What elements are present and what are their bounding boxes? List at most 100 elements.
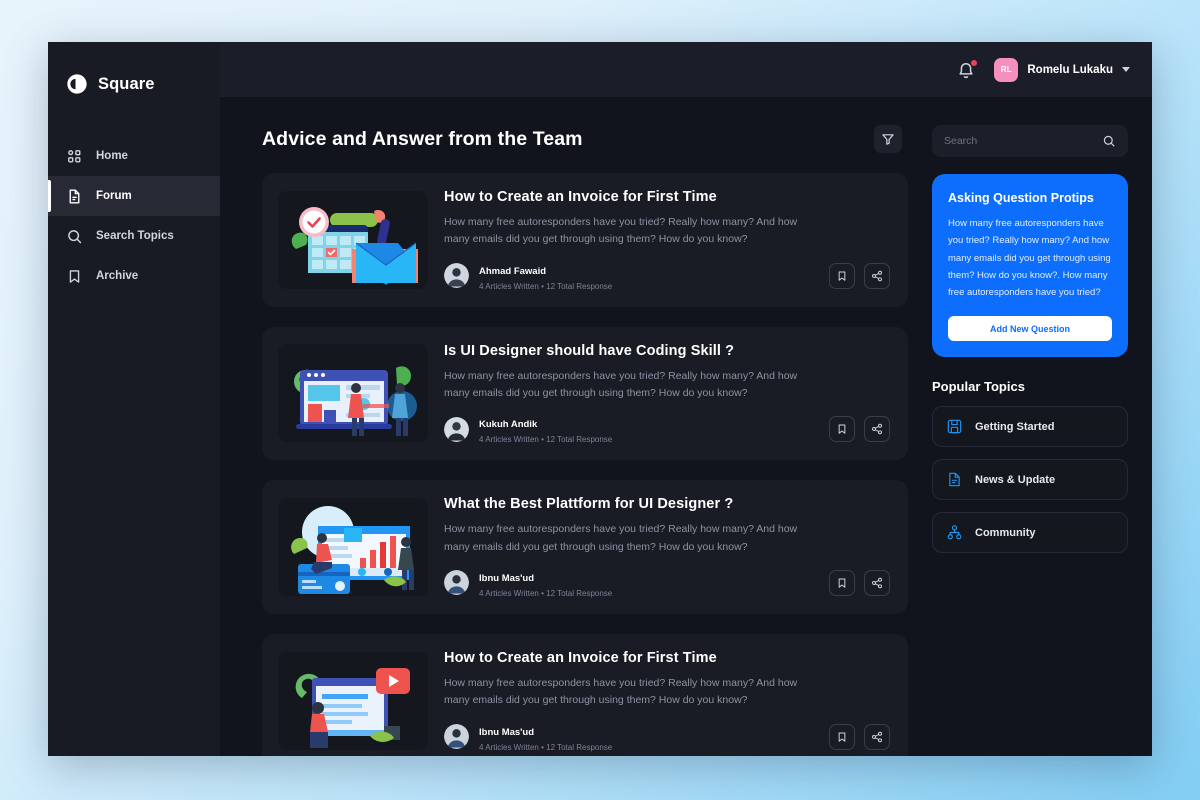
article-footer: Kukuh Andik 4 Articles Written • 12 Tota… xyxy=(444,414,890,444)
content-area: Advice and Answer from the Team How to C… xyxy=(220,97,1152,756)
sidebar-item-search-topics[interactable]: Search Topics xyxy=(48,216,220,256)
sidebar-item-label: Home xyxy=(96,150,128,162)
search-box[interactable] xyxy=(932,125,1128,157)
sidebar-item-label: Forum xyxy=(96,190,132,202)
topbar: RL Romelu Lukaku xyxy=(220,42,1152,97)
topic-item-getting-started[interactable]: Getting Started xyxy=(932,406,1128,448)
square-logo-icon xyxy=(66,73,88,95)
article-title: How to Create an Invoice for First Time xyxy=(444,189,717,205)
bookmark-icon xyxy=(838,271,846,281)
aside: Asking Question Protips How many free au… xyxy=(932,97,1152,756)
sidebar-item-label: Search Topics xyxy=(96,230,174,242)
article-description: How many free autoresponders have you tr… xyxy=(444,369,798,399)
feed-header: Advice and Answer from the Team xyxy=(262,125,908,153)
article-description: How many free autoresponders have you tr… xyxy=(444,676,798,707)
article-card[interactable]: How to Create an Invoice for First Time … xyxy=(262,173,908,307)
search-input[interactable] xyxy=(944,135,1094,147)
bookmark-button[interactable] xyxy=(829,262,855,289)
article-title: Is UI Designer should have Coding Skill … xyxy=(444,342,735,359)
topic-label: News & Update xyxy=(975,473,1056,486)
article-card[interactable]: Is UI Designer should have Coding Skill … xyxy=(262,326,908,461)
promo-text: How many free autoresponders have you tr… xyxy=(948,218,1111,299)
avatar: RL xyxy=(994,57,1019,82)
article-description: How many free autoresponders have you tr… xyxy=(444,216,798,246)
bookmark-icon xyxy=(66,268,83,285)
article-content: How to Create an Invoice for First Time … xyxy=(444,189,890,291)
filter-button[interactable] xyxy=(874,125,902,153)
brand: Square xyxy=(48,58,220,102)
article-content: Is UI Designer should have Coding Skill … xyxy=(444,342,890,444)
sidebar-item-label: Archive xyxy=(96,270,139,282)
promo-card: Asking Question Protips How many free au… xyxy=(932,174,1128,358)
article-actions xyxy=(829,416,890,443)
search-icon xyxy=(66,228,83,245)
article-description: How many free autoresponders have you tr… xyxy=(444,523,798,553)
page-title: Advice and Answer from the Team xyxy=(262,127,583,150)
share-button[interactable] xyxy=(864,262,890,289)
article-footer: Ibnu Mas'ud 4 Articles Written • 12 Tota… xyxy=(444,568,890,598)
author: Ibnu Mas'ud 4 Articles Written • 12 Tota… xyxy=(444,568,612,598)
dashboard-chart-illustration xyxy=(278,498,428,597)
network-nodes-icon xyxy=(947,525,962,540)
avatar xyxy=(444,263,469,289)
article-card[interactable]: What the Best Plattform for UI Designer … xyxy=(262,480,908,614)
browser-team-illustration xyxy=(278,344,428,443)
promo-title: Asking Question Protips xyxy=(948,191,1094,205)
share-icon xyxy=(872,270,882,281)
bookmark-icon xyxy=(838,578,846,588)
topic-label: Getting Started xyxy=(975,420,1055,433)
author-name: Ibnu Mas'ud xyxy=(479,572,535,584)
article-content: What the Best Plattform for UI Designer … xyxy=(444,496,890,598)
article-actions xyxy=(829,723,890,750)
document-lines-icon xyxy=(949,473,960,487)
sidebar: Square Home Forum Search Topics Archive xyxy=(48,42,220,756)
document-icon xyxy=(66,188,83,205)
grid-icon xyxy=(66,148,83,165)
add-new-question-button[interactable]: Add New Question xyxy=(948,316,1112,342)
popular-topics-title: Popular Topics xyxy=(932,379,1025,395)
search-icon xyxy=(1103,135,1115,147)
author-name: Kukuh Andik xyxy=(479,419,538,431)
save-disk-icon xyxy=(947,420,962,434)
notification-button[interactable] xyxy=(956,58,979,80)
app-window: Square Home Forum Search Topics Archive … xyxy=(48,42,1152,756)
user-name: Romelu Lukaku xyxy=(1027,63,1113,76)
author: Ibnu Mas'ud 4 Articles Written • 12 Tota… xyxy=(444,722,612,752)
author-name: Ahmad Fawaid xyxy=(479,265,547,277)
share-button[interactable] xyxy=(864,723,890,750)
share-button[interactable] xyxy=(864,416,890,443)
topic-label: Community xyxy=(975,526,1036,539)
avatar xyxy=(444,724,469,749)
feed: Advice and Answer from the Team How to C… xyxy=(220,97,932,756)
article-title: How to Create an Invoice for First Time xyxy=(444,649,717,666)
bookmark-button[interactable] xyxy=(829,416,855,443)
sidebar-item-home[interactable]: Home xyxy=(48,136,220,176)
filter-icon xyxy=(882,134,894,145)
notification-dot xyxy=(970,58,979,67)
author-meta: 4 Articles Written • 12 Total Response xyxy=(479,588,613,598)
topic-item-news-update[interactable]: News & Update xyxy=(932,459,1128,501)
author-meta: 4 Articles Written • 12 Total Response xyxy=(479,742,613,752)
article-actions xyxy=(829,569,890,596)
author-meta: 4 Articles Written • 12 Total Response xyxy=(479,435,613,445)
topic-item-community[interactable]: Community xyxy=(932,512,1128,554)
bookmark-button[interactable] xyxy=(829,723,855,750)
article-content: How to Create an Invoice for First Time … xyxy=(444,650,890,752)
invoice-calendar-illustration xyxy=(278,190,428,289)
share-icon xyxy=(872,423,882,435)
share-icon xyxy=(872,731,882,742)
article-card[interactable]: How to Create an Invoice for First Time … xyxy=(262,633,908,756)
article-footer: Ibnu Mas'ud 4 Articles Written • 12 Tota… xyxy=(444,722,890,752)
sidebar-item-archive[interactable]: Archive xyxy=(48,256,220,296)
sidebar-item-forum[interactable]: Forum xyxy=(48,176,220,216)
user-menu[interactable]: RL Romelu Lukaku xyxy=(994,57,1130,82)
bookmark-button[interactable] xyxy=(829,569,855,596)
author: Kukuh Andik 4 Articles Written • 12 Tota… xyxy=(444,414,612,444)
share-icon xyxy=(872,577,882,589)
share-button[interactable] xyxy=(864,569,890,596)
author-name: Ibnu Mas'ud xyxy=(479,726,535,738)
video-article-illustration xyxy=(278,651,428,750)
avatar xyxy=(444,416,469,442)
article-footer: Ahmad Fawaid 4 Articles Written • 12 Tot… xyxy=(444,261,890,291)
avatar xyxy=(444,570,469,596)
